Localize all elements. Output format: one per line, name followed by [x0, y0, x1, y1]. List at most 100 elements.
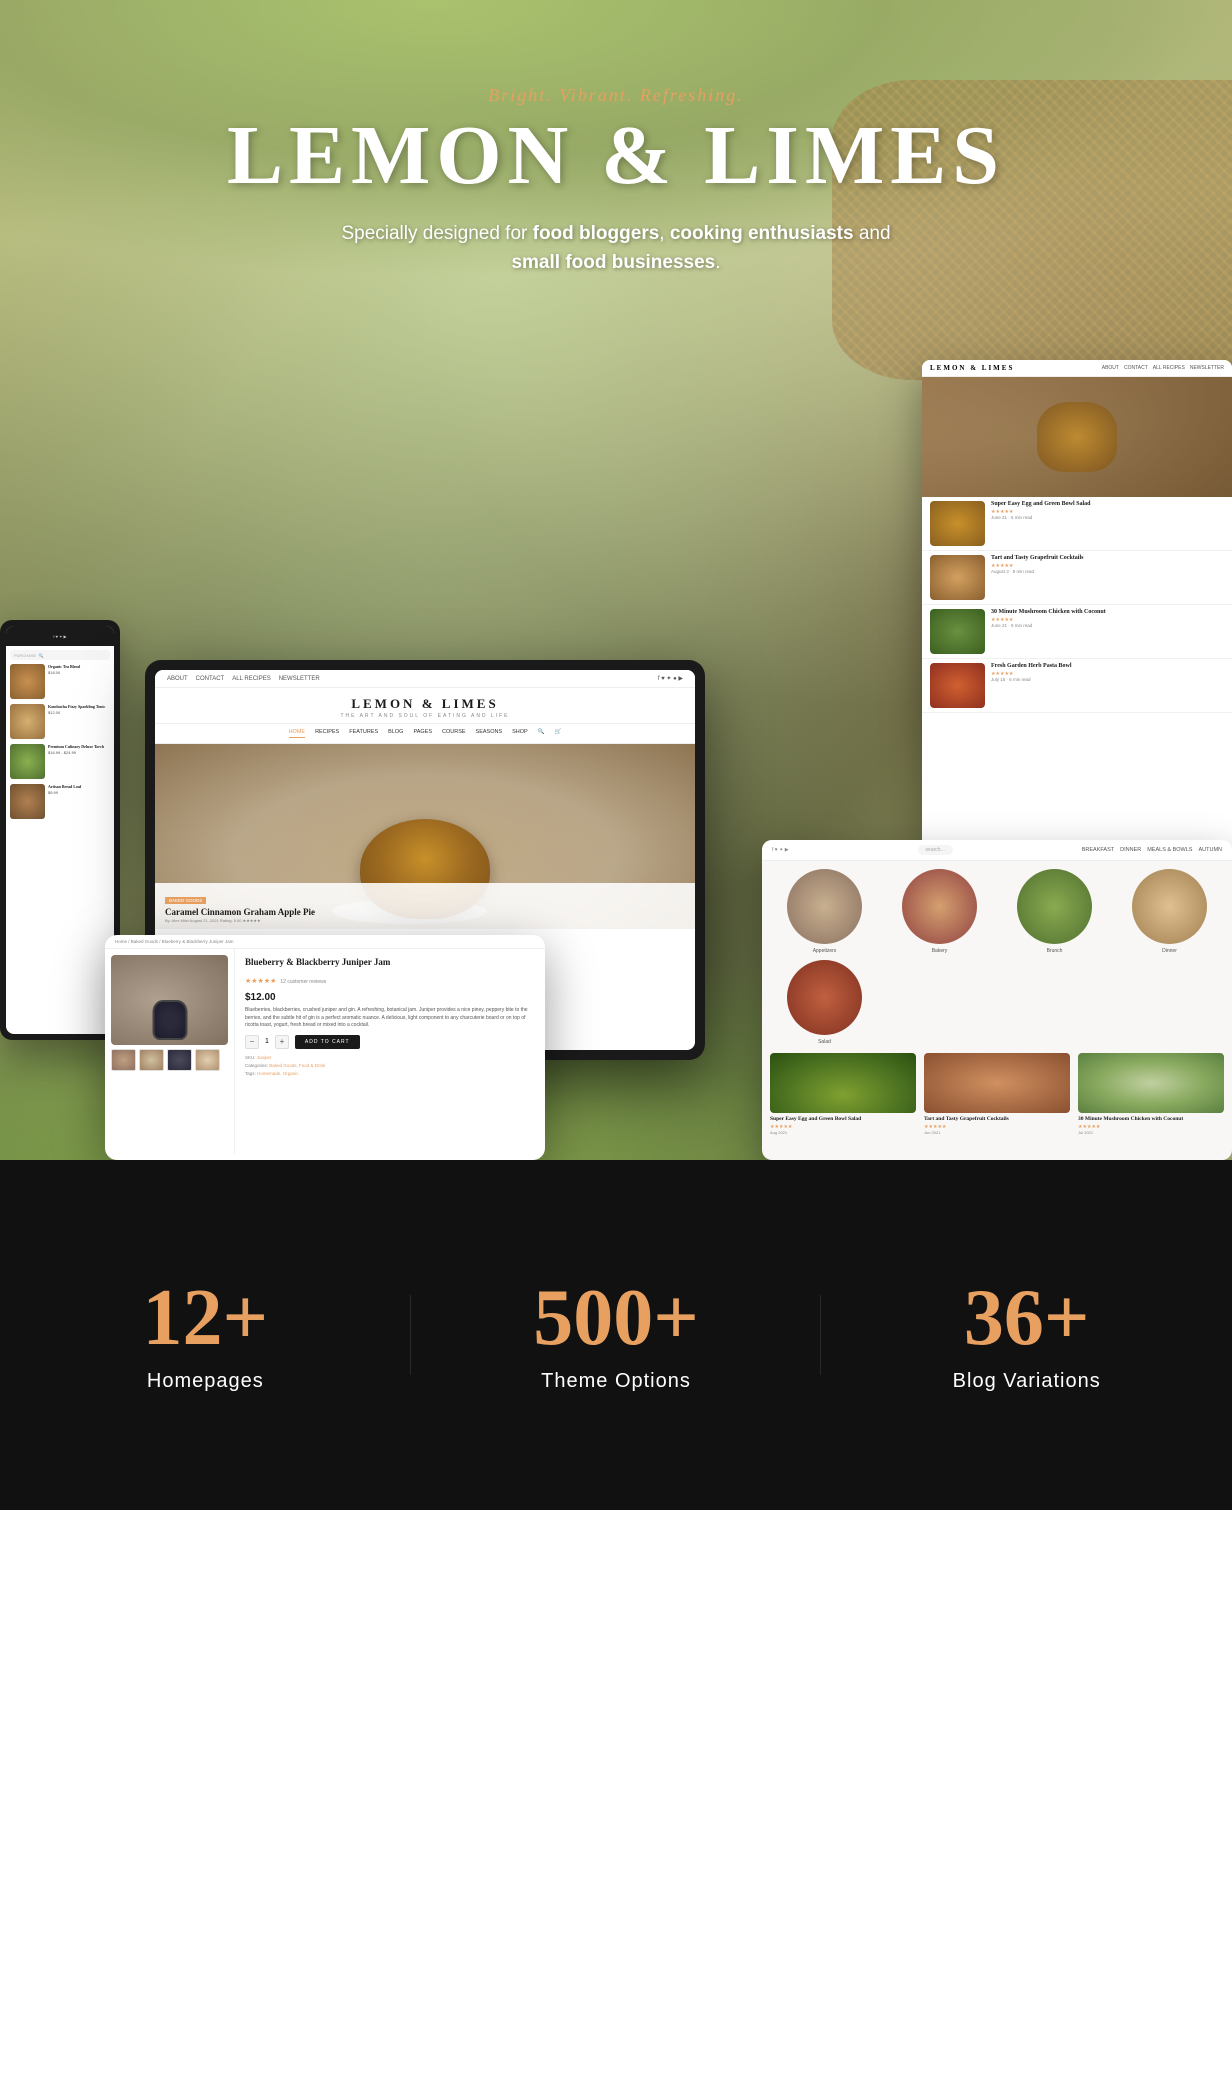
hero-subtitle: Specially designed for food bloggers, co…	[336, 220, 896, 277]
add-to-cart-button[interactable]: ADD TO CART	[295, 1035, 360, 1049]
hero-tagline: Bright. Vibrant. Refreshing.	[227, 85, 1005, 106]
sku-value[interactable]: Juniper	[257, 1055, 272, 1060]
stat-homepages-label: Homepages	[0, 1370, 411, 1393]
product-thumb-2[interactable]	[139, 1049, 164, 1071]
grid-nav-links: BREAKFAST DINNER MEALS & BOWLS AUTUMN	[1082, 847, 1222, 853]
product-thumbnails	[111, 1049, 228, 1071]
tags-value[interactable]: Homemade, Organic	[257, 1071, 299, 1076]
grid-search[interactable]: search...	[918, 845, 953, 855]
food-grid-item-bakery: Bakery	[885, 869, 994, 954]
categories-label: Categories:	[245, 1063, 268, 1068]
screen-hero-image: BAKED GOODS Caramel Cinnamon Graham Appl…	[155, 744, 695, 929]
right-hero-overlay	[922, 377, 1232, 497]
food-title-3: 30 Minute Mushroom Chicken with Coconut	[991, 609, 1224, 615]
category-image-appetizers[interactable]	[787, 869, 862, 944]
jam-jar-visual	[152, 1000, 187, 1040]
grid-article-3: 30 Minute Mushroom Chicken with Coconut …	[1078, 1053, 1224, 1135]
category-label-bakery: Bakery	[932, 948, 948, 954]
article-image-1[interactable]	[770, 1053, 916, 1113]
mobile-search[interactable]: PURCHASE 🔍	[10, 650, 110, 660]
right-food-item-1: Super Easy Egg and Green Bowl Salad ★★★★…	[922, 497, 1232, 551]
nav-blog[interactable]: BLOG	[388, 729, 403, 738]
food-grid-item-dinner: Dinner	[1115, 869, 1224, 954]
screen-nav-links: ABOUT CONTACT ALL RECIPES NEWSLETTER	[167, 676, 320, 682]
article-title-2: Tart and Tasty Grapefruit Cocktails	[924, 1116, 1070, 1122]
device-grid: f ♥ ✦ ▶ search... BREAKFAST DINNER MEALS…	[762, 840, 1232, 1160]
category-label-dinner: Dinner	[1162, 948, 1177, 954]
grid-nav-meals[interactable]: MEALS & BOWLS	[1147, 847, 1192, 853]
category-label-appetizers: Appetizers	[813, 948, 837, 954]
hero-section: Bright. Vibrant. Refreshing. LEMON & LIM…	[0, 0, 1232, 1160]
article-title-3: 30 Minute Mushroom Chicken with Coconut	[1078, 1116, 1224, 1122]
grid-nav-autumn[interactable]: AUTUMN	[1198, 847, 1222, 853]
food-thumb-2	[930, 555, 985, 600]
product-details: Blueberry & Blackberry Juniper Jam ★★★★★…	[235, 949, 545, 1154]
right-food-item-2: Tart and Tasty Grapefruit Cocktails ★★★★…	[922, 551, 1232, 605]
food-meta-4: July 15 · 6 min read	[991, 677, 1224, 682]
nav-seasons[interactable]: SEASONS	[476, 729, 503, 738]
product-price-4: $9.99	[48, 790, 110, 795]
product-thumb-3[interactable]	[167, 1049, 192, 1071]
grid-article-1: Super Easy Egg and Green Bowl Salad ★★★★…	[770, 1053, 916, 1135]
nav-course[interactable]: COURSE	[442, 729, 466, 738]
product-price-3: $16.99 - $24.99	[48, 750, 110, 755]
food-meta-2: August 3 · 8 min read	[991, 569, 1224, 574]
nav-cart-icon[interactable]: 🛒	[555, 729, 562, 738]
nav-features[interactable]: FEATURES	[349, 729, 378, 738]
article-image-3[interactable]	[1078, 1053, 1224, 1113]
product-image-3	[10, 744, 45, 779]
tags-label: Tags:	[245, 1071, 256, 1076]
product-reviews: 12 customer reviews	[280, 979, 326, 985]
food-title-2: Tart and Tasty Grapefruit Cocktails	[991, 555, 1224, 561]
article-image-2[interactable]	[924, 1053, 1070, 1113]
nav-recipes[interactable]: ALL RECIPES	[232, 676, 270, 682]
category-image-brunch[interactable]	[1017, 869, 1092, 944]
grid-content: Appetizers Bakery Brunch Dinner	[762, 861, 1232, 1143]
nav-shop[interactable]: SHOP	[512, 729, 528, 738]
product-price-1: $18.00	[48, 670, 110, 675]
product-rating-row: ★★★★★ 12 customer reviews	[245, 970, 535, 988]
product-thumb-1[interactable]	[111, 1049, 136, 1071]
category-image-dinner[interactable]	[1132, 869, 1207, 944]
category-label-salad: Salad	[818, 1039, 831, 1045]
food-category-grid: Appetizers Bakery Brunch Dinner	[770, 869, 1224, 1045]
nav-contact[interactable]: CONTACT	[196, 676, 225, 682]
food-grid-item-salad: Salad	[770, 960, 879, 1045]
hero-text: Bright. Vibrant. Refreshing. LEMON & LIM…	[227, 85, 1005, 277]
product-name: Blueberry & Blackberry Juniper Jam	[245, 957, 535, 967]
categories-value[interactable]: Baked Goods, Food & Drink	[269, 1063, 325, 1068]
category-image-bakery[interactable]	[902, 869, 977, 944]
category-image-salad[interactable]	[787, 960, 862, 1035]
product-qty-row: − 1 + ADD TO CART	[245, 1035, 535, 1049]
screen-main-nav: HOME RECIPES FEATURES BLOG PAGES COURSE …	[155, 724, 695, 744]
mobile-topbar-label: f ♥ ✦ ▶	[53, 634, 66, 639]
devices-container: f ♥ ✦ ▶ PURCHASE 🔍 Organic Tea Blend $18…	[0, 340, 1232, 1160]
mobile-product-item: Kombucha Fizzy Sparkling Tonic $12.00	[10, 704, 110, 739]
product-stars: ★★★★★	[245, 977, 276, 985]
stat-blog-variations-label: Blog Variations	[821, 1370, 1232, 1393]
qty-plus-button[interactable]: +	[275, 1035, 289, 1049]
nav-newsletter[interactable]: NEWSLETTER	[279, 676, 320, 682]
product-body: Blueberry & Blackberry Juniper Jam ★★★★★…	[105, 949, 545, 1154]
right-nav-links: ABOUT CONTACT ALL RECIPES NEWSLETTER	[1102, 365, 1224, 371]
device-right-desktop: LEMON & LIMES ABOUT CONTACT ALL RECIPES …	[922, 360, 1232, 860]
product-meta: SKU: Juniper Categories: Baked Goods, Fo…	[245, 1054, 535, 1078]
product-thumb-4[interactable]	[195, 1049, 220, 1071]
grid-header: f ♥ ✦ ▶ search... BREAKFAST DINNER MEALS…	[762, 840, 1232, 861]
grid-nav-breakfast[interactable]: BREAKFAST	[1082, 847, 1114, 853]
right-food-item-4: Fresh Garden Herb Pasta Bowl ★★★★★ July …	[922, 659, 1232, 713]
nav-pages[interactable]: PAGES	[413, 729, 432, 738]
nav-about[interactable]: ABOUT	[167, 676, 188, 682]
nav-recipes-main[interactable]: RECIPES	[315, 729, 339, 738]
product-main-image	[111, 955, 228, 1045]
caption-title: Caramel Cinnamon Graham Apple Pie	[165, 907, 685, 917]
nav-home[interactable]: HOME	[289, 729, 306, 738]
product-image-1	[10, 664, 45, 699]
caption-label: BAKED GOODS	[165, 897, 206, 904]
grid-nav-dinner[interactable]: DINNER	[1120, 847, 1141, 853]
nav-search-icon[interactable]: 🔍	[538, 729, 545, 738]
qty-minus-button[interactable]: −	[245, 1035, 259, 1049]
mobile-product-item: Premium Culinary Deluxe Torch $16.99 - $…	[10, 744, 110, 779]
product-gallery	[105, 949, 235, 1154]
grid-article-2: Tart and Tasty Grapefruit Cocktails ★★★★…	[924, 1053, 1070, 1135]
